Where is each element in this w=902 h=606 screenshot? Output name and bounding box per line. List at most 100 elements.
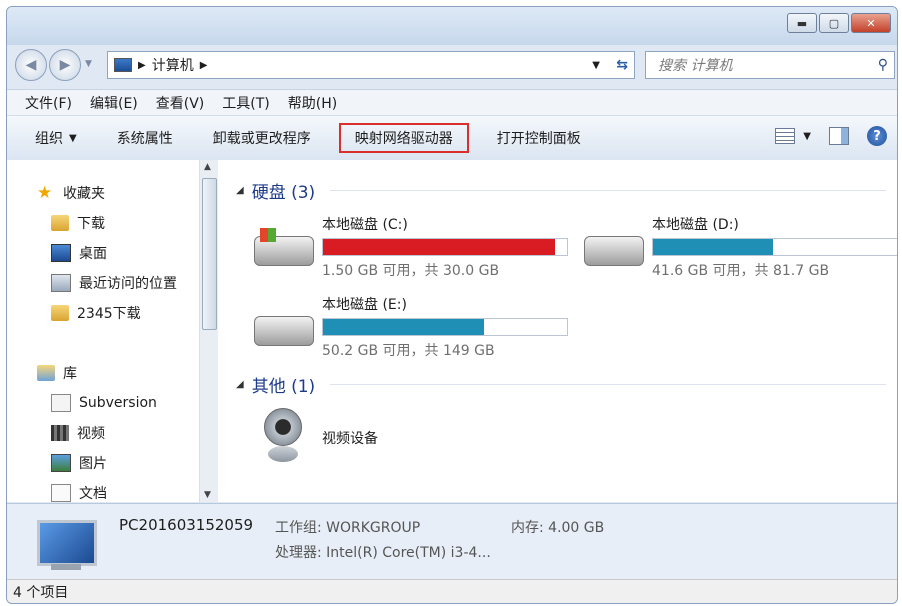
sidebar-item-label: 下载 [77,216,105,232]
refresh-icon[interactable]: ⇆ [616,57,628,73]
drive-usage-bar [652,238,897,256]
video-device[interactable]: 视频设备 [254,406,514,472]
navigation-pane: ★ 收藏夹 下载 桌面 最近访问的位置 2345下载 库 Subversion [7,160,218,502]
preview-pane-icon[interactable] [829,127,849,145]
sidebar-item-desktop[interactable]: 桌面 [51,240,107,266]
hard-drive-icon [584,236,644,266]
folder-icon [51,305,69,321]
drive-free-space: 50.2 GB 可用，共 149 GB [322,343,495,359]
sidebar-item-label: 2345下载 [77,306,141,322]
sidebar-item-recent[interactable]: 最近访问的位置 [51,270,177,296]
uninstall-program-button[interactable]: 卸载或更改程序 [201,123,323,153]
drive-usage-fill [323,319,485,335]
menu-edit[interactable]: 编辑(E) [90,93,138,113]
drive-usage-bar [322,238,568,256]
address-dropdown-icon[interactable]: ▼ [592,60,600,71]
group-divider [330,190,886,191]
window-controls: ▬ ▢ ✕ [785,13,891,33]
menu-help[interactable]: 帮助(H) [288,93,337,113]
minimize-button[interactable]: ▬ [787,13,817,33]
sidebar-item-videos[interactable]: 视频 [51,420,105,446]
title-bar: ▬ ▢ ✕ [7,7,897,45]
drive-free-space: 41.6 GB 可用，共 81.7 GB [652,263,830,279]
breadcrumb-computer[interactable]: 计算机 [152,55,194,75]
sidebar-item-favorites[interactable]: ★ 收藏夹 [37,180,105,206]
map-network-drive-button[interactable]: 映射网络驱动器 [338,123,469,153]
drive-c[interactable]: 本地磁盘 (C:) 1.50 GB 可用，共 30.0 GB [254,214,574,284]
webcam-stand-icon [268,446,298,462]
drive-usage-fill [323,239,555,255]
memory-info: 内存: 4.00 GB [511,520,605,536]
document-library-icon [51,394,71,412]
drive-e[interactable]: 本地磁盘 (E:) 50.2 GB 可用，共 149 GB [254,294,574,364]
document-icon [51,484,71,502]
close-button[interactable]: ✕ [851,13,891,33]
breadcrumb-arrow-icon[interactable]: ▶ [138,60,146,71]
sidebar-item-pictures[interactable]: 图片 [51,450,107,476]
film-icon [51,425,69,441]
hard-drive-icon [254,316,314,346]
maximize-button[interactable]: ▢ [819,13,849,33]
breadcrumb-arrow-icon[interactable]: ▶ [200,60,208,71]
system-properties-button[interactable]: 系统属性 [105,123,185,153]
sidebar-item-label: 最近访问的位置 [79,276,177,292]
menu-view[interactable]: 查看(V) [156,93,205,113]
computer-monitor-icon [37,520,97,566]
organize-button[interactable]: 组织 ▼ [23,123,89,153]
address-row: ◀ ▶ ▼ ▶ 计算机 ▶ ▼ ⇆ 搜索 计算机 ⚲ [7,45,897,87]
menu-tools[interactable]: 工具(T) [222,93,269,113]
drive-usage-bar [322,318,568,336]
sidebar-item-label: 图片 [79,456,107,472]
workgroup-info: 工作组: WORKGROUP [275,520,421,536]
collapse-arrow-icon[interactable]: ◢ [236,379,244,390]
scrollbar-thumb[interactable] [202,178,217,330]
search-icon[interactable]: ⚲ [878,57,888,73]
collapse-arrow-icon[interactable]: ◢ [236,185,244,196]
sidebar-item-label: 收藏夹 [63,186,105,202]
picture-icon [51,454,71,472]
view-dropdown-icon[interactable]: ▼ [803,131,811,142]
search-box[interactable]: 搜索 计算机 ⚲ [645,51,895,79]
group-title: 硬盘 (3) [251,183,316,203]
content-pane: ◢ 硬盘 (3) 本地磁盘 (C:) 1.50 GB 可用，共 30.0 GB … [218,160,897,502]
device-name: 视频设备 [322,431,378,447]
sidebar-item-label: Subversion [79,395,157,411]
navigation-scrollbar[interactable]: ▲ ▼ [199,160,218,502]
view-controls: ▼ ? [757,126,887,146]
history-dropdown-icon[interactable]: ▼ [85,59,92,69]
sidebar-item-libraries[interactable]: 库 [37,360,77,386]
open-control-panel-button[interactable]: 打开控制面板 [485,123,593,153]
change-view-icon[interactable] [775,128,796,144]
sidebar-item-subversion[interactable]: Subversion [51,390,157,416]
forward-button[interactable]: ▶ [49,49,81,81]
group-title: 其他 (1) [251,377,316,397]
library-icon [37,365,55,381]
menu-bar: 文件(F) 编辑(E) 查看(V) 工具(T) 帮助(H) [7,89,897,116]
sidebar-item-2345-downloads[interactable]: 2345下载 [51,300,141,326]
drive-d[interactable]: 本地磁盘 (D:) 41.6 GB 可用，共 81.7 GB [584,214,897,284]
group-header-hard-disks[interactable]: ◢ 硬盘 (3) [236,178,315,203]
computer-name: PC201603152059 [119,516,254,534]
scroll-up-icon[interactable]: ▲ [204,162,211,172]
webcam-icon [264,408,302,446]
sidebar-item-downloads[interactable]: 下载 [51,210,105,236]
windows-logo-icon [260,228,276,242]
group-header-other[interactable]: ◢ 其他 (1) [236,372,315,397]
sidebar-item-label: 库 [63,366,77,382]
scroll-down-icon[interactable]: ▼ [204,490,211,500]
address-bar[interactable]: ▶ 计算机 ▶ ▼ ⇆ [107,51,635,79]
drive-usage-fill [653,239,773,255]
chevron-down-icon: ▼ [69,132,77,144]
menu-file[interactable]: 文件(F) [25,93,72,113]
drive-name: 本地磁盘 (D:) [652,217,739,233]
sidebar-item-label: 视频 [77,426,105,442]
computer-icon [114,58,132,72]
help-icon[interactable]: ? [867,126,887,146]
command-bar: 组织 ▼ 系统属性 卸载或更改程序 映射网络驱动器 打开控制面板 ▼ ? [7,115,897,161]
search-input[interactable]: 搜索 计算机 [658,55,732,75]
back-button[interactable]: ◀ [15,49,47,81]
computer-stand-icon [51,564,81,570]
recent-places-icon [51,274,71,292]
drive-free-space: 1.50 GB 可用，共 30.0 GB [322,263,500,279]
sidebar-item-label: 桌面 [79,246,107,262]
